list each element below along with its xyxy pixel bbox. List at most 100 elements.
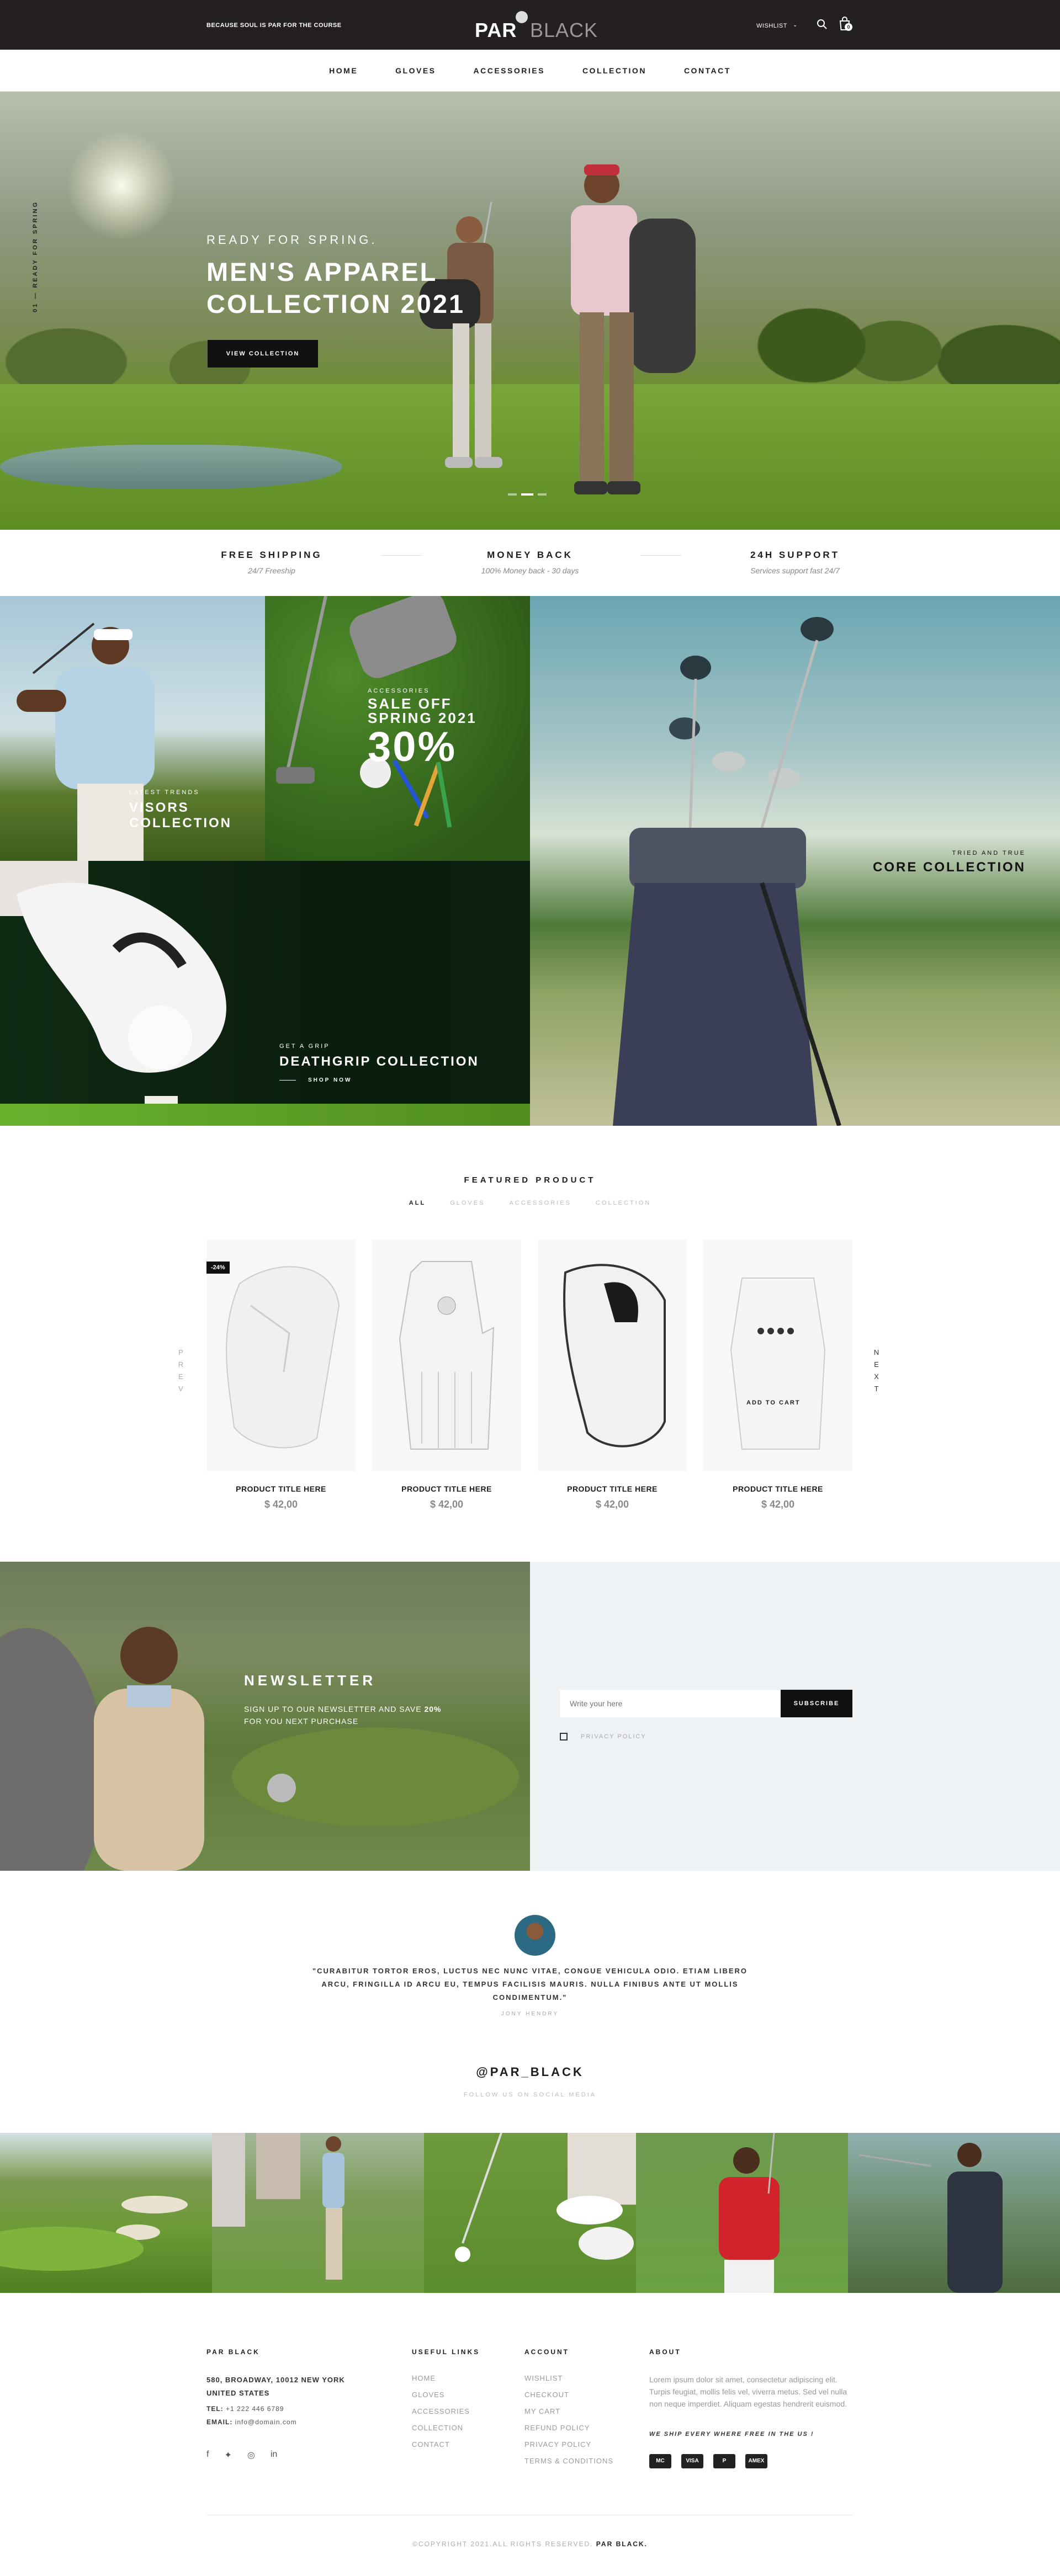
account-links-list: WISHLIST CHECKOUT MY CART REFUND POLICY … xyxy=(524,2370,613,2469)
product-title[interactable]: PRODUCT TITLE HERE xyxy=(206,1484,356,1493)
tel-value[interactable]: +1 222 446 6789 xyxy=(226,2405,284,2413)
instagram-tile[interactable] xyxy=(212,2133,424,2293)
logo-text-black: BLACK xyxy=(530,19,598,41)
newsletter-email-input[interactable] xyxy=(560,1690,781,1717)
slider-dot-active[interactable] xyxy=(521,493,533,496)
collection-banners: LATEST TRENDS VISORS COLLECTION ACCESSOR… xyxy=(0,596,1060,1126)
nav-item-collection[interactable]: COLLECTION xyxy=(582,66,646,75)
privacy-checkbox[interactable] xyxy=(560,1733,568,1741)
carousel-next-button[interactable]: N E X T xyxy=(871,1346,882,1395)
product-card[interactable]: -24% PRODUCT TITLE HERE $ 42,00 xyxy=(206,1239,356,1510)
amex-icon: AMEX xyxy=(745,2454,767,2468)
banner-visors[interactable]: LATEST TRENDS VISORS COLLECTION xyxy=(0,596,265,861)
share-icon[interactable] xyxy=(787,1328,794,1334)
chevron-down-icon[interactable]: ⌄ xyxy=(793,22,797,28)
add-to-cart-button[interactable]: ADD TO CART xyxy=(746,1399,801,1406)
tagline: BECAUSE SOUL IS PAR FOR THE COURSE xyxy=(206,22,342,29)
footer-link-gloves[interactable]: GLOVES xyxy=(412,2387,470,2403)
linkedin-icon[interactable]: in xyxy=(271,2450,277,2461)
instagram-icon[interactable]: ◎ xyxy=(247,2450,255,2461)
product-image[interactable] xyxy=(538,1239,687,1471)
newsletter-title: NEWSLETTER xyxy=(244,1672,377,1689)
product-title[interactable]: PRODUCT TITLE HERE xyxy=(703,1484,852,1493)
deathgrip-eyebrow: GET A GRIP xyxy=(279,1043,330,1050)
visors-eyebrow: LATEST TRENDS xyxy=(129,789,200,796)
banner-core[interactable]: TRIED AND TRUE CORE COLLECTION xyxy=(530,596,1060,1126)
nav-item-accessories[interactable]: ACCESSORIES xyxy=(474,66,545,75)
contact-tel: TEL: +1 222 446 6789 xyxy=(206,2402,297,2415)
core-title: CORE COLLECTION xyxy=(873,860,1026,875)
filter-tab-all[interactable]: ALL xyxy=(409,1200,426,1206)
product-image[interactable] xyxy=(372,1239,521,1471)
golf-shoes-image xyxy=(455,2133,636,2262)
logo-text-par: PAR xyxy=(475,19,517,41)
cart-count-badge: 0 xyxy=(845,23,852,31)
product-card[interactable]: PRODUCT TITLE HERE $ 42,00 xyxy=(538,1239,687,1510)
footer-link-accessories[interactable]: ACCESSORIES xyxy=(412,2403,470,2420)
shop-now-link[interactable]: SHOP NOW xyxy=(279,1077,479,1083)
shipping-note: WE SHIP EVERY WHERE FREE IN THE US ! xyxy=(649,2431,814,2437)
twitter-icon[interactable]: ✦ xyxy=(224,2450,231,2461)
quick-view-icon[interactable] xyxy=(777,1328,784,1334)
instagram-tile[interactable] xyxy=(636,2133,848,2293)
nav-item-home[interactable]: HOME xyxy=(329,66,358,75)
golf-glove-image xyxy=(226,1266,340,1449)
footer-link-checkout[interactable]: CHECKOUT xyxy=(524,2387,613,2403)
course-aerial-image xyxy=(0,2196,188,2271)
slider-dot[interactable] xyxy=(508,493,517,496)
search-icon[interactable] xyxy=(817,19,828,30)
footer-link-refund-policy[interactable]: REFUND POLICY xyxy=(524,2420,613,2436)
banner-sale[interactable]: ACCESSORIES SALE OFF SPRING 2021 30% xyxy=(265,596,530,861)
deathgrip-caption: GET A GRIP DEATHGRIP COLLECTION SHOP NOW xyxy=(279,1043,479,1083)
feature-divider xyxy=(640,555,681,556)
account-heading: ACCOUNT xyxy=(524,2348,569,2356)
footer-link-contact[interactable]: CONTACT xyxy=(412,2436,470,2453)
copyright-brand[interactable]: PAR BLACK. xyxy=(596,2540,648,2548)
instagram-gallery xyxy=(0,2133,1060,2293)
mastercard-icon: MC xyxy=(649,2454,671,2468)
instagram-handle[interactable]: @PAR_BLACK xyxy=(0,2065,1060,2079)
product-image[interactable]: -24% xyxy=(206,1239,356,1471)
product-image[interactable]: ADD TO CART xyxy=(703,1239,852,1471)
heart-icon[interactable] xyxy=(757,1328,764,1334)
slider-dot[interactable] xyxy=(538,493,547,496)
filter-tab-collection[interactable]: COLLECTION xyxy=(596,1200,651,1206)
address-line-1: 580, BROADWAY, 10012 NEW YORK xyxy=(206,2376,345,2384)
carousel-prev-button[interactable]: P R E V xyxy=(176,1346,187,1395)
filter-tab-gloves[interactable]: GLOVES xyxy=(450,1200,485,1206)
testimonial-quote: "CURABITUR TORTOR EROS, LUCTUS NEC NUNC … xyxy=(312,1967,748,2002)
product-title[interactable]: PRODUCT TITLE HERE xyxy=(538,1484,687,1493)
newsletter-subtitle-prefix: SIGN UP TO OUR NEWSLETTER AND SAVE xyxy=(244,1705,425,1713)
instagram-tile[interactable] xyxy=(424,2133,636,2293)
footer-link-collection[interactable]: COLLECTION xyxy=(412,2420,470,2436)
banner-deathgrip[interactable]: GET A GRIP DEATHGRIP COLLECTION SHOP NOW xyxy=(0,861,530,1126)
email-label: EMAIL: xyxy=(206,2418,233,2426)
footer-link-terms[interactable]: TERMS & CONDITIONS xyxy=(524,2453,613,2469)
footer-link-wishlist[interactable]: WISHLIST xyxy=(524,2370,613,2387)
compare-icon[interactable] xyxy=(767,1328,774,1334)
logo[interactable]: PAR BLACK xyxy=(475,11,597,42)
instagram-subtitle: FOLLOW US ON SOCIAL MEDIA xyxy=(463,2091,597,2098)
footer-link-privacy-policy[interactable]: PRIVACY POLICY xyxy=(524,2436,613,2453)
copyright: ©COPYRIGHT 2021.ALL RIGHTS RESERVED. PAR… xyxy=(0,2540,1060,2548)
product-card[interactable]: PRODUCT TITLE HERE $ 42,00 xyxy=(372,1239,521,1510)
footer: PAR BLACK 580, BROADWAY, 10012 NEW YORK … xyxy=(0,2293,1060,2576)
instagram-tile[interactable] xyxy=(0,2133,212,2293)
subscribe-button[interactable]: SUBSCRIBE xyxy=(781,1690,852,1717)
shop-now-label: SHOP NOW xyxy=(308,1077,352,1083)
product-card-hover[interactable]: ADD TO CART PRODUCT TITLE HERE $ 42,00 xyxy=(703,1239,852,1510)
privacy-policy-label[interactable]: PRIVACY POLICY xyxy=(581,1733,646,1740)
footer-link-home[interactable]: HOME xyxy=(412,2370,470,2387)
nav-item-contact[interactable]: CONTACT xyxy=(684,66,731,75)
facebook-icon[interactable]: f xyxy=(206,2450,209,2461)
nav-item-gloves[interactable]: GLOVES xyxy=(395,66,436,75)
deathgrip-title: DEATHGRIP COLLECTION xyxy=(279,1054,479,1069)
wishlist-link[interactable]: WISHLIST xyxy=(756,23,787,29)
view-collection-button[interactable]: VIEW COLLECTION xyxy=(208,340,318,368)
instagram-tile[interactable] xyxy=(848,2133,1060,2293)
footer-link-my-cart[interactable]: MY CART xyxy=(524,2403,613,2420)
email-value[interactable]: info@domain.com xyxy=(235,2418,297,2426)
product-title[interactable]: PRODUCT TITLE HERE xyxy=(372,1484,521,1493)
filter-tab-accessories[interactable]: ACCESSORIES xyxy=(509,1200,571,1206)
footer-brand-heading: PAR BLACK xyxy=(206,2348,260,2356)
